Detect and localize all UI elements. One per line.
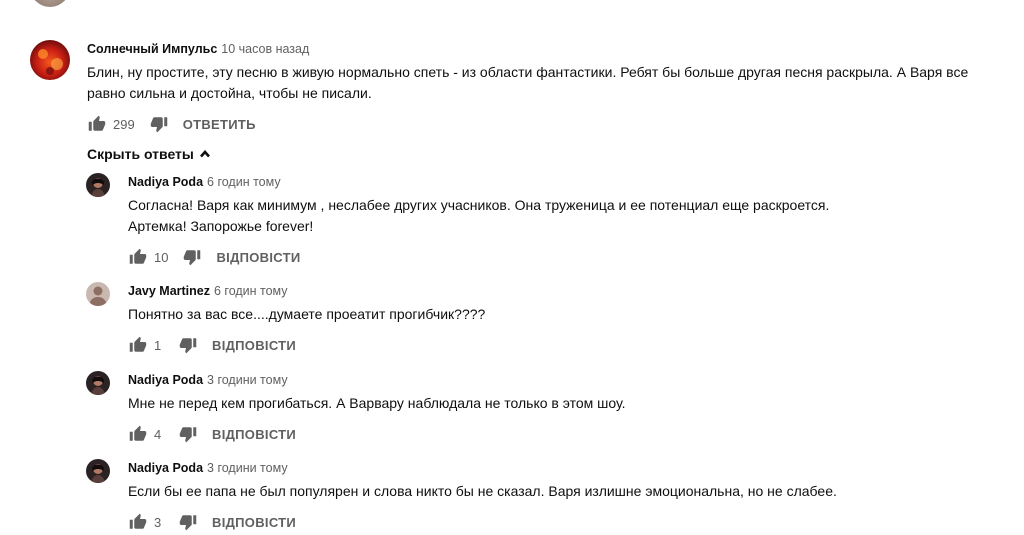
dislike-button[interactable]	[182, 247, 202, 267]
like-button[interactable]	[128, 335, 148, 355]
reply-actions: 3 ВІДПОВІСТИ	[128, 510, 1004, 534]
avatar[interactable]	[86, 459, 110, 483]
reply-text: Если бы ее папа не был популярен и слова…	[128, 481, 1004, 502]
thumb-up-icon	[129, 248, 147, 266]
thumb-down-icon	[179, 425, 197, 443]
thumb-up-icon	[88, 115, 106, 133]
like-count: 1	[154, 337, 162, 353]
like-button[interactable]	[128, 424, 148, 444]
like-button[interactable]	[87, 114, 107, 134]
like-count: 3	[154, 514, 162, 530]
thumb-up-icon	[129, 513, 147, 531]
comment-timestamp[interactable]: 10 часов назад	[221, 42, 309, 56]
like-count: 4	[154, 426, 162, 442]
reply-timestamp[interactable]: 6 годин тому	[207, 175, 281, 189]
like-count: 10	[154, 249, 169, 265]
reply-button[interactable]: ВІДПОВІСТИ	[212, 515, 296, 530]
thumb-up-icon	[129, 336, 147, 354]
reply-text: Согласна! Варя как минимум , неслабее др…	[128, 195, 1004, 237]
comment-actions: 299 ОТВЕТИТЬ	[87, 112, 1004, 136]
avatar[interactable]	[86, 282, 110, 306]
dislike-button[interactable]	[178, 335, 198, 355]
reply-author[interactable]: Nadiya Poda	[128, 175, 203, 189]
reply-author[interactable]: Nadiya Poda	[128, 373, 203, 387]
thumb-down-icon	[179, 336, 197, 354]
reply-text-line: Понятно за вас все....думаете проеатит п…	[128, 306, 486, 322]
reply-text-line: Согласна! Варя как минимум , неслабее др…	[128, 197, 830, 213]
like-button[interactable]	[128, 247, 148, 267]
thumb-down-icon	[183, 248, 201, 266]
reply-text-line: Мне не перед кем прогибаться. А Варвару …	[128, 395, 626, 411]
dislike-button[interactable]	[178, 512, 198, 532]
reply-button[interactable]: ВІДПОВІСТИ	[212, 338, 296, 353]
reply-text-line: Артемка! Запорожье forever!	[128, 218, 314, 234]
reply-author[interactable]: Nadiya Poda	[128, 461, 203, 475]
reply-button[interactable]: ВІДПОВІСТИ	[212, 427, 296, 442]
reply-timestamp[interactable]: 3 години тому	[207, 461, 288, 475]
reply-actions: 1 ВІДПОВІСТИ	[128, 333, 1004, 357]
reply-timestamp[interactable]: 6 годин тому	[214, 284, 288, 298]
reply-button[interactable]: ВІДПОВІСТИ	[216, 250, 300, 265]
comment-author[interactable]: Солнечный Импульс	[87, 42, 217, 56]
thumb-up-icon	[129, 425, 147, 443]
hide-replies-label: Скрыть ответы	[87, 146, 194, 162]
like-button[interactable]	[128, 512, 148, 532]
reply-text: Понятно за вас все....думаете проеатит п…	[128, 304, 1004, 325]
reply-text-line: Если бы ее папа не был популярен и слова…	[128, 483, 837, 499]
comment-text: Блин, ну простите, эту песню в живую нор…	[87, 64, 969, 101]
avatar[interactable]	[86, 173, 110, 197]
reply-button[interactable]: ОТВЕТИТЬ	[183, 117, 256, 132]
avatar[interactable]	[86, 371, 110, 395]
reply-actions: 4 ВІДПОВІСТИ	[128, 422, 1004, 446]
hide-replies-button[interactable]: Скрыть ответы	[87, 144, 211, 164]
avatar[interactable]	[30, 40, 70, 80]
previous-comment-avatar	[30, 0, 70, 7]
thumb-down-icon	[179, 513, 197, 531]
reply-author[interactable]: Javy Martinez	[128, 284, 210, 298]
reply-timestamp[interactable]: 3 години тому	[207, 373, 288, 387]
dislike-button[interactable]	[178, 424, 198, 444]
reply-text: Мне не перед кем прогибаться. А Варвару …	[128, 393, 1004, 414]
like-count: 299	[113, 116, 135, 132]
dislike-button[interactable]	[149, 114, 169, 134]
chevron-up-icon	[199, 150, 210, 158]
reply-actions: 10 ВІДПОВІСТИ	[128, 245, 1004, 269]
thumb-down-icon	[150, 115, 168, 133]
